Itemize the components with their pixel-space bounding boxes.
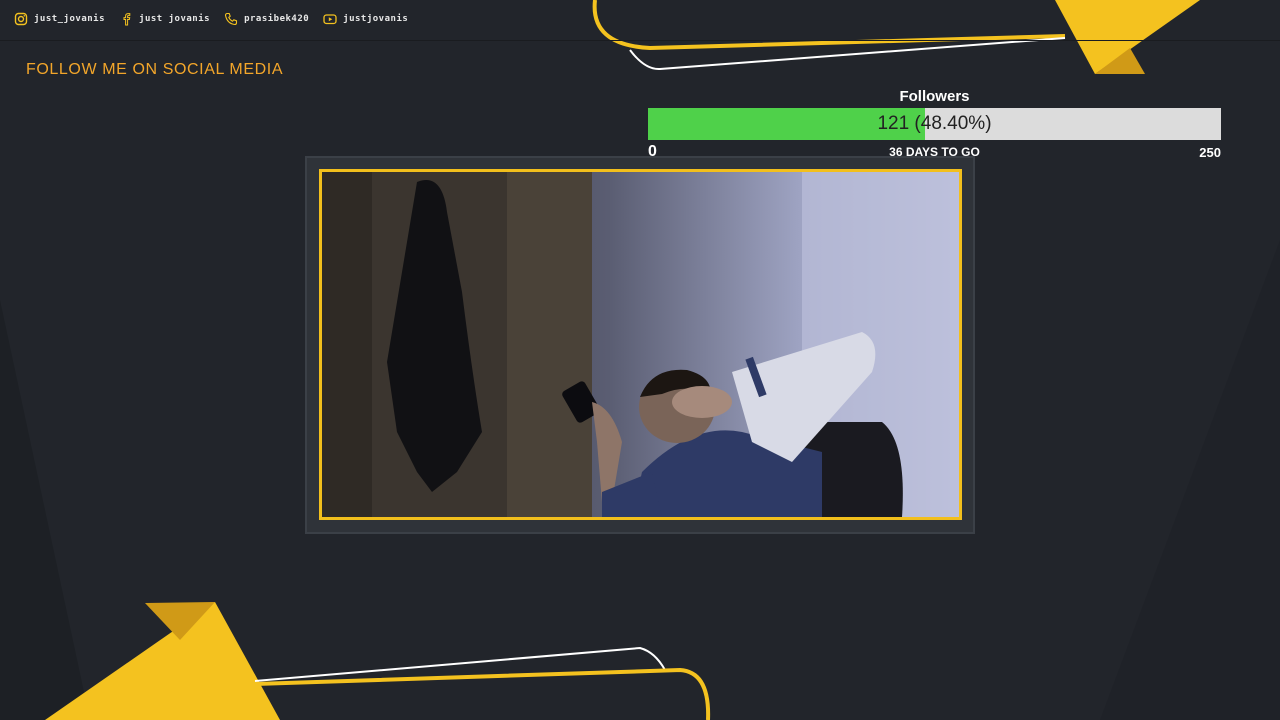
goal-progress-bar: 121 (48.40%) bbox=[648, 108, 1221, 140]
social-bar: just_jovanis just jovanis prasibek420 ju… bbox=[0, 0, 1280, 41]
social-item-phone[interactable]: prasibek420 bbox=[224, 12, 309, 26]
social-label: justjovanis bbox=[343, 14, 409, 24]
webcam-image bbox=[322, 172, 959, 517]
webcam-feed bbox=[319, 169, 962, 520]
goal-max: 250 bbox=[1199, 145, 1221, 160]
goal-value: 121 (48.40%) bbox=[877, 113, 992, 134]
facebook-icon bbox=[123, 13, 131, 26]
social-label: prasibek420 bbox=[244, 14, 310, 24]
phone-icon bbox=[225, 12, 238, 26]
youtube-icon bbox=[323, 14, 337, 25]
goal-title: Followers bbox=[899, 88, 970, 105]
social-item-youtube[interactable]: justjovanis bbox=[323, 12, 408, 26]
follow-title: FOLLOW ME ON SOCIAL MEDIA bbox=[26, 61, 284, 78]
social-item-instagram[interactable]: just_jovanis bbox=[14, 12, 105, 26]
social-item-facebook[interactable]: just jovanis bbox=[119, 12, 210, 26]
instagram-icon bbox=[14, 12, 28, 26]
social-list: just_jovanis just jovanis prasibek420 ju… bbox=[14, 12, 422, 26]
social-label: just jovanis bbox=[139, 14, 211, 24]
social-label: just_jovanis bbox=[34, 14, 106, 24]
